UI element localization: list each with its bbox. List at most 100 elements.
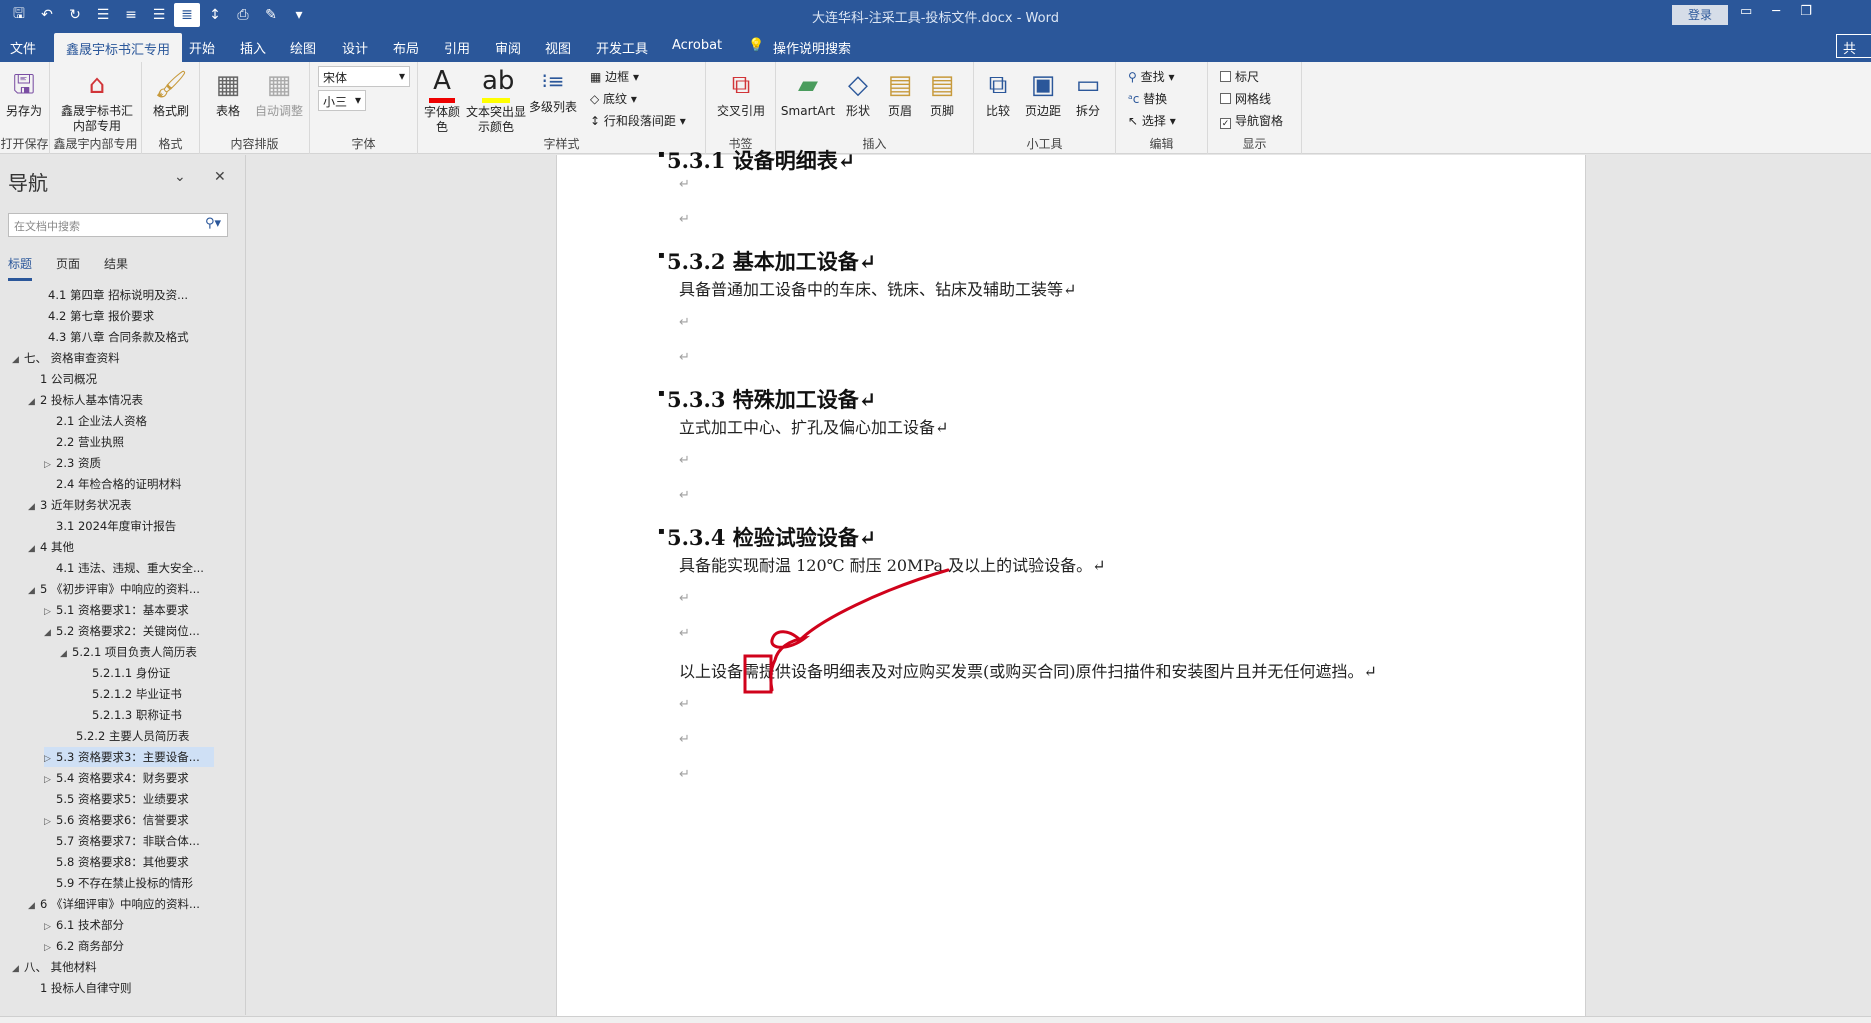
table-button[interactable]: ▦ 表格 — [206, 68, 250, 119]
close-icon[interactable]: ✕ — [214, 169, 226, 185]
auto-adjust-button[interactable]: ▦ 自动调整 — [254, 68, 304, 119]
tree-item[interactable]: ◢ 七、 资格审查资料 — [12, 348, 212, 368]
tree-item[interactable]: 4.3 第八章 合同条款及格式 — [48, 327, 248, 347]
tree-item[interactable]: ▷ 5.1 资格要求1：基本要求 — [44, 600, 244, 620]
tree-item[interactable]: ◢ 5.2 资格要求2：关键岗位... — [44, 621, 244, 641]
split-button[interactable]: ▭ 拆分 — [1068, 68, 1108, 119]
tab-acrobat[interactable]: Acrobat — [672, 38, 722, 53]
nav-tab-results[interactable]: 结果 — [104, 255, 128, 281]
tree-item[interactable]: 5.7 资格要求7：非联合体... — [56, 831, 256, 851]
collapsed-icon[interactable]: ▷ — [44, 938, 56, 956]
tree-item[interactable]: ◢ 4 其他 — [28, 537, 228, 557]
tab-insert[interactable]: 插入 — [240, 38, 266, 57]
tab-home[interactable]: 开始 — [189, 38, 215, 57]
gridlines-checkbox[interactable]: 网格线 — [1220, 90, 1271, 107]
tree-item[interactable]: 4.1 违法、违规、重大安全... — [56, 558, 256, 578]
tree-item[interactable]: 1 投标人自律守则 — [40, 978, 240, 998]
tree-item[interactable]: 1 公司概况 — [40, 369, 240, 389]
expanded-icon[interactable]: ◢ — [28, 539, 40, 557]
tab-draw[interactable]: 绘图 — [290, 38, 316, 57]
expanded-icon[interactable]: ◢ — [28, 581, 40, 599]
tree-item[interactable]: ◢ 八、 其他材料 — [12, 957, 212, 977]
tab-references[interactable]: 引用 — [444, 38, 470, 57]
expanded-icon[interactable]: ◢ — [12, 959, 24, 977]
document-page[interactable]: 5.3.1 设备明细表↵ ↵ ↵ 5.3.2 基本加工设备↵ 具备普通加工设备中… — [556, 148, 1586, 1017]
tree-item[interactable]: ▷ 6.2 商务部分 — [44, 936, 244, 956]
tab-xsy[interactable]: 鑫晟宇标书汇专用 — [54, 33, 183, 62]
find-button[interactable]: ⚲ 查找 ▾ — [1128, 68, 1174, 85]
tree-item[interactable]: 4.1 第四章 招标说明及资... — [48, 285, 248, 305]
tree-item[interactable]: ◢ 5.2.1 项目负责人简历表 — [60, 642, 260, 662]
tree-item[interactable]: ◢ 2 投标人基本情况表 — [28, 390, 228, 410]
save-as-button[interactable]: 🖫 另存为 — [4, 68, 44, 119]
tree-item[interactable]: 2.2 营业执照 — [56, 432, 256, 452]
border-button[interactable]: ▦ 边框 ▾ — [590, 68, 639, 85]
tree-item[interactable]: 2.1 企业法人资格 — [56, 411, 256, 431]
tree-item[interactable]: ◢ 5 《初步评审》中响应的资料... — [28, 579, 228, 599]
tell-me-search[interactable]: 操作说明搜索 — [773, 38, 851, 57]
tree-item[interactable]: ◢ 3 近年财务状况表 — [28, 495, 228, 515]
tab-review[interactable]: 审阅 — [495, 38, 521, 57]
collapsed-icon[interactable]: ▷ — [44, 749, 56, 767]
font-size-select[interactable]: 小三 ▾ — [318, 90, 366, 111]
ribbon-display-icon[interactable]: ▭ — [1740, 4, 1752, 19]
expanded-icon[interactable]: ◢ — [28, 392, 40, 410]
tree-item[interactable]: ◢ 6 《详细评审》中响应的资料... — [28, 894, 228, 914]
collapsed-icon[interactable]: ▷ — [44, 455, 56, 473]
share-button[interactable]: 共 — [1836, 34, 1871, 58]
font-color-button[interactable]: A 字体颜色 — [422, 64, 462, 135]
login-button[interactable]: 登录 — [1672, 5, 1728, 25]
tree-item[interactable]: 5.2.2 主要人员简历表 — [76, 726, 276, 746]
select-button[interactable]: ↖ 选择 ▾ — [1128, 112, 1176, 129]
margins-button[interactable]: ▣ 页边距 — [1020, 68, 1066, 119]
highlight-button[interactable]: ab 文本突出显示颜色 — [466, 64, 526, 135]
tree-item[interactable]: 5.5 资格要求5：业绩要求 — [56, 789, 256, 809]
tree-item[interactable]: ▷ 6.1 技术部分 — [44, 915, 244, 935]
nav-search-input[interactable]: 在文档中搜索 ⚲▾ — [8, 213, 228, 237]
para-spacing-button[interactable]: ↕ 行和段落间距 ▾ — [590, 112, 686, 129]
multilevel-list-button[interactable]: ⁝≡ 多级列表 — [528, 64, 578, 115]
font-name-select[interactable]: 宋体 ▾ — [318, 66, 410, 87]
nav-pane-checkbox[interactable]: ✓ 导航窗格 — [1220, 112, 1283, 129]
tree-item[interactable]: 5.8 资格要求8：其他要求 — [56, 852, 256, 872]
tree-item[interactable]: ▷ 2.3 资质 — [44, 453, 244, 473]
tab-file[interactable]: 文件 — [10, 38, 36, 57]
expanded-icon[interactable]: ◢ — [28, 896, 40, 914]
tree-item[interactable]: 2.4 年检合格的证明材料 — [56, 474, 256, 494]
cross-ref-button[interactable]: ⧉ 交叉引用 — [714, 68, 768, 119]
smartart-button[interactable]: ▰ SmartArt — [780, 68, 836, 119]
expanded-icon[interactable]: ◢ — [12, 350, 24, 368]
collapsed-icon[interactable]: ▷ — [44, 812, 56, 830]
chevron-down-icon[interactable]: ⌄ — [174, 169, 186, 185]
shape-button[interactable]: ◇ 形状 — [838, 68, 878, 119]
header-button[interactable]: ▤ 页眉 — [880, 68, 920, 119]
minimize-icon[interactable]: ─ — [1772, 4, 1780, 19]
nav-tab-pages[interactable]: 页面 — [56, 255, 80, 281]
ruler-checkbox[interactable]: 标尺 — [1220, 68, 1259, 85]
search-icon[interactable]: ⚲▾ — [205, 216, 221, 231]
tree-item[interactable]: 3.1 2024年度审计报告 — [56, 516, 256, 536]
restore-icon[interactable]: ❐ — [1800, 4, 1812, 19]
expanded-icon[interactable]: ◢ — [28, 497, 40, 515]
tree-item[interactable]: ▷ 5.6 资格要求6：信誉要求 — [44, 810, 244, 830]
replace-button[interactable]: ᵃc 替换 — [1128, 90, 1167, 107]
shading-button[interactable]: ◇ 底纹 ▾ — [590, 90, 637, 107]
nav-tab-headings[interactable]: 标题 — [8, 255, 33, 281]
tab-view[interactable]: 视图 — [545, 38, 571, 57]
tree-item[interactable]: 4.2 第七章 报价要求 — [48, 306, 248, 326]
expanded-icon[interactable]: ◢ — [60, 644, 72, 662]
expanded-icon[interactable]: ◢ — [44, 623, 56, 641]
tab-developer[interactable]: 开发工具 — [596, 38, 648, 57]
tree-item[interactable]: ▷ 5.4 资格要求4：财务要求 — [44, 768, 244, 788]
format-painter-button[interactable]: 🖌 格式刷 — [150, 68, 192, 119]
tab-layout[interactable]: 布局 — [393, 38, 419, 57]
collapsed-icon[interactable]: ▷ — [44, 602, 56, 620]
compare-button[interactable]: ⧉ 比较 — [978, 68, 1018, 119]
tree-item[interactable]: 5.9 不存在禁止投标的情形 — [56, 873, 256, 893]
xsy-special-button[interactable]: ⌂ 鑫晟宇标书汇内部专用 — [60, 68, 134, 134]
tree-item-current[interactable]: ▷ 5.3 资格要求3：主要设备... — [44, 747, 214, 767]
collapsed-icon[interactable]: ▷ — [44, 770, 56, 788]
footer-button[interactable]: ▤ 页脚 — [922, 68, 962, 119]
tab-design[interactable]: 设计 — [342, 38, 368, 57]
collapsed-icon[interactable]: ▷ — [44, 917, 56, 935]
